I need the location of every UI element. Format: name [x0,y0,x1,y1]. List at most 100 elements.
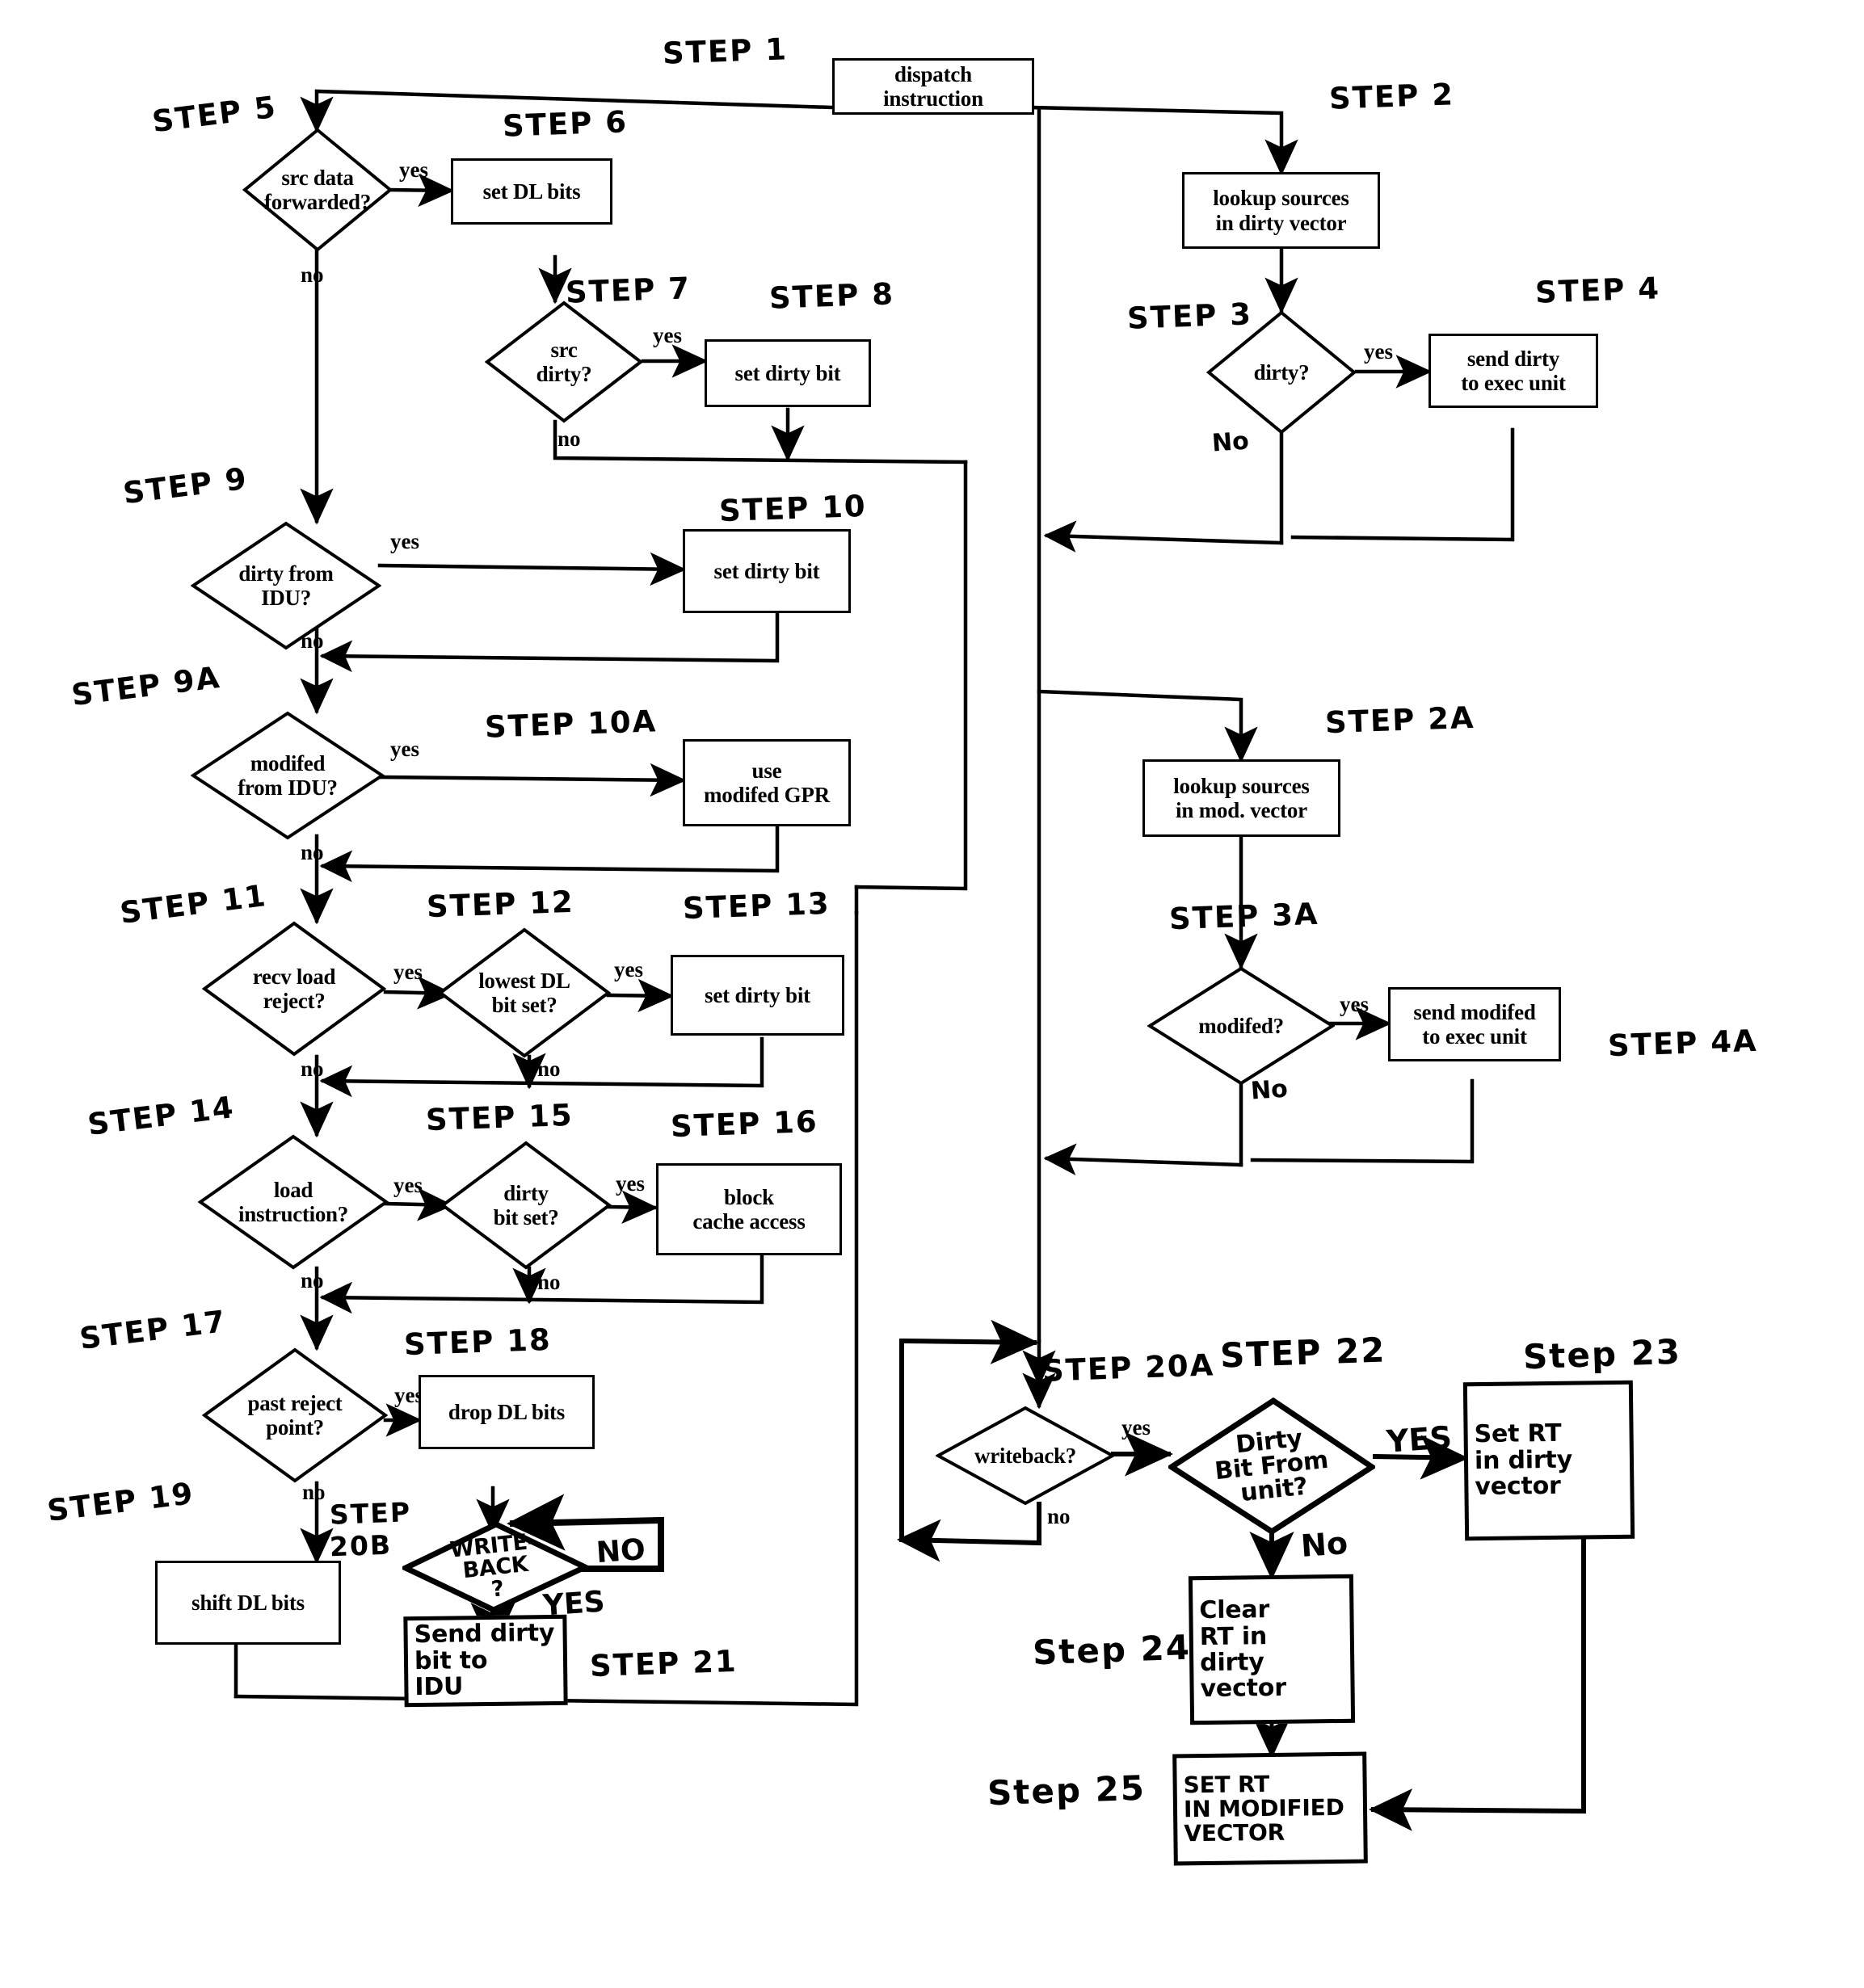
step-label-24: Step 24 [1032,1627,1192,1673]
edge-label-step9-no: no [301,628,324,653]
node-dirty-bit-from-unit-decision[interactable]: Dirty Bit From unit? [1168,1397,1375,1535]
node-label: set DL bits [482,179,581,204]
node-clear-rt-in-dirty-vector[interactable]: Clear RT in dirty vector [1188,1574,1356,1725]
edge-label-step5-yes: yes [399,158,428,182]
edge-label-step12-yes: yes [614,957,643,981]
step-label-20b-line2: 20B [329,1528,393,1563]
step-label-7: STEP 7 [565,271,692,310]
node-load-instruction-decision[interactable]: load instruction? [198,1134,389,1270]
node-drop-dl-bits[interactable]: drop DL bits [419,1375,595,1449]
node-label: use modifed GPR [703,758,831,807]
node-label: drop DL bits [448,1399,566,1424]
step-label-25: Step 25 [987,1767,1147,1814]
edge-label-step17-no: no [302,1480,326,1504]
node-label: dirty from IDU? [238,561,334,610]
node-send-dirty-to-exec-unit[interactable]: send dirty to exec unit [1429,334,1598,408]
node-label: Set RT in dirty vector [1474,1419,1573,1502]
edge-label-step15-no: no [537,1270,561,1294]
step-label-1: STEP 1 [662,32,789,71]
step-label-21: STEP 21 [589,1643,738,1684]
edge-label-step15-yes: yes [616,1171,645,1196]
node-send-modifed-to-exec-unit[interactable]: send modifed to exec unit [1388,987,1561,1061]
node-label: SET RT IN MODIFIED VECTOR [1183,1770,1344,1847]
step-label-13: STEP 13 [682,885,831,927]
node-label: lowest DL bit set? [478,968,570,1017]
node-set-dirty-bit-13[interactable]: set dirty bit [671,955,844,1036]
node-use-modifed-gpr[interactable]: use modifed GPR [683,739,851,826]
step-label-15: STEP 15 [425,1097,574,1138]
node-set-dl-bits[interactable]: set DL bits [451,158,612,225]
edge-label-step22-yes: YES [1385,1419,1454,1460]
step-label-3: STEP 3 [1126,296,1253,336]
node-set-dirty-bit-10[interactable]: set dirty bit [683,529,851,613]
node-shift-dl-bits[interactable]: shift DL bits [155,1561,341,1645]
node-dispatch-instruction[interactable]: dispatch instruction [832,58,1034,115]
step-label-8: STEP 8 [768,276,895,316]
node-label: dirty bit set? [493,1180,559,1229]
node-writeback-decision-20a[interactable]: writeback? [936,1406,1115,1506]
flowchart-canvas: dispatch instruction STEP 1 lookup sourc… [0,0,1864,1988]
step-label-9a: STEP 9A [69,659,223,713]
step-label-19: STEP 19 [45,1476,196,1528]
edge-label-step7-no: no [558,427,581,451]
step-label-18: STEP 18 [403,1322,553,1363]
node-label: set dirty bit [705,982,810,1007]
node-label: writeback? [974,1443,1076,1468]
node-label: WRITE- BACK ? [448,1528,537,1603]
step-label-12: STEP 12 [426,884,575,925]
step-label-2a: STEP 2A [1324,700,1476,741]
node-src-data-forwarded-decision[interactable]: src data forwarded? [242,128,393,252]
node-dirty-from-idu-decision[interactable]: dirty from IDU? [191,521,381,650]
node-label: modifed from IDU? [238,750,338,800]
node-label: Send dirty bit to IDU [414,1619,555,1702]
step-label-2: STEP 2 [1328,77,1455,116]
edge-label-step12-no: no [537,1057,561,1081]
edge-label-step9a-no: no [301,840,324,864]
node-label: send modifed to exec unit [1413,999,1536,1049]
node-label: Clear RT in dirty vector [1199,1595,1287,1704]
edge-label-step9a-yes: yes [390,737,419,761]
node-block-cache-access[interactable]: block cache access [656,1163,842,1255]
node-label: dirty? [1253,359,1310,385]
step-label-22: STEP 22 [1219,1330,1387,1376]
step-label-20b-line1: STEP [329,1496,412,1531]
edge-label-step14-no: no [301,1268,324,1292]
node-dirty-bit-set-decision[interactable]: dirty bit set? [440,1141,612,1270]
node-label: past reject point? [247,1390,343,1440]
step-label-3a: STEP 3A [1168,896,1320,937]
node-label: src dirty? [536,337,592,386]
edge-label-step3a-no: No [1249,1074,1289,1106]
edge-label-step3-yes: yes [1364,339,1393,364]
step-label-16: STEP 16 [670,1103,819,1145]
node-lookup-sources-dirty-vector[interactable]: lookup sources in dirty vector [1182,172,1380,249]
node-src-dirty-decision[interactable]: src dirty? [485,301,643,423]
edge-label-step7-yes: yes [653,323,682,347]
edge-label-step20a-no: no [1047,1504,1071,1528]
node-send-dirty-bit-to-idu[interactable]: Send dirty bit to IDU [403,1614,568,1708]
edge-label-step20b-no: NO [595,1532,647,1570]
step-label-23: Step 23 [1522,1331,1682,1377]
node-set-dirty-bit-8[interactable]: set dirty bit [705,339,871,407]
node-modifed-decision[interactable]: modifed? [1147,966,1335,1086]
node-label: shift DL bits [191,1590,305,1615]
node-set-rt-in-modified-vector[interactable]: SET RT IN MODIFIED VECTOR [1172,1751,1368,1866]
node-label: send dirty to exec unit [1461,346,1566,395]
step-label-6: STEP 6 [502,104,629,144]
edge-label-step3-no: No [1210,427,1250,458]
node-label: block cache access [692,1184,806,1234]
step-label-10: STEP 10 [718,488,868,529]
node-lookup-sources-mod-vector[interactable]: lookup sources in mod. vector [1142,759,1340,837]
node-recv-load-reject-decision[interactable]: recv load reject? [202,921,386,1057]
node-label: set dirty bit [713,558,820,583]
step-label-4: STEP 4 [1534,271,1661,310]
node-label: modifed? [1198,1013,1284,1038]
node-label: src data forwarded? [264,165,371,214]
node-modifed-from-idu-decision[interactable]: modifed from IDU? [191,711,385,840]
node-label: lookup sources in mod. vector [1173,773,1310,822]
edge-label-step3a-yes: yes [1340,992,1369,1016]
step-label-10a: STEP 10A [484,704,658,745]
node-past-reject-point-decision[interactable]: past reject point? [202,1347,388,1483]
node-set-rt-in-dirty-vector[interactable]: Set RT in dirty vector [1462,1380,1635,1541]
edge-label-step11-no: no [301,1057,324,1081]
node-lowest-dl-bit-set-decision[interactable]: lowest DL bit set? [438,927,611,1058]
